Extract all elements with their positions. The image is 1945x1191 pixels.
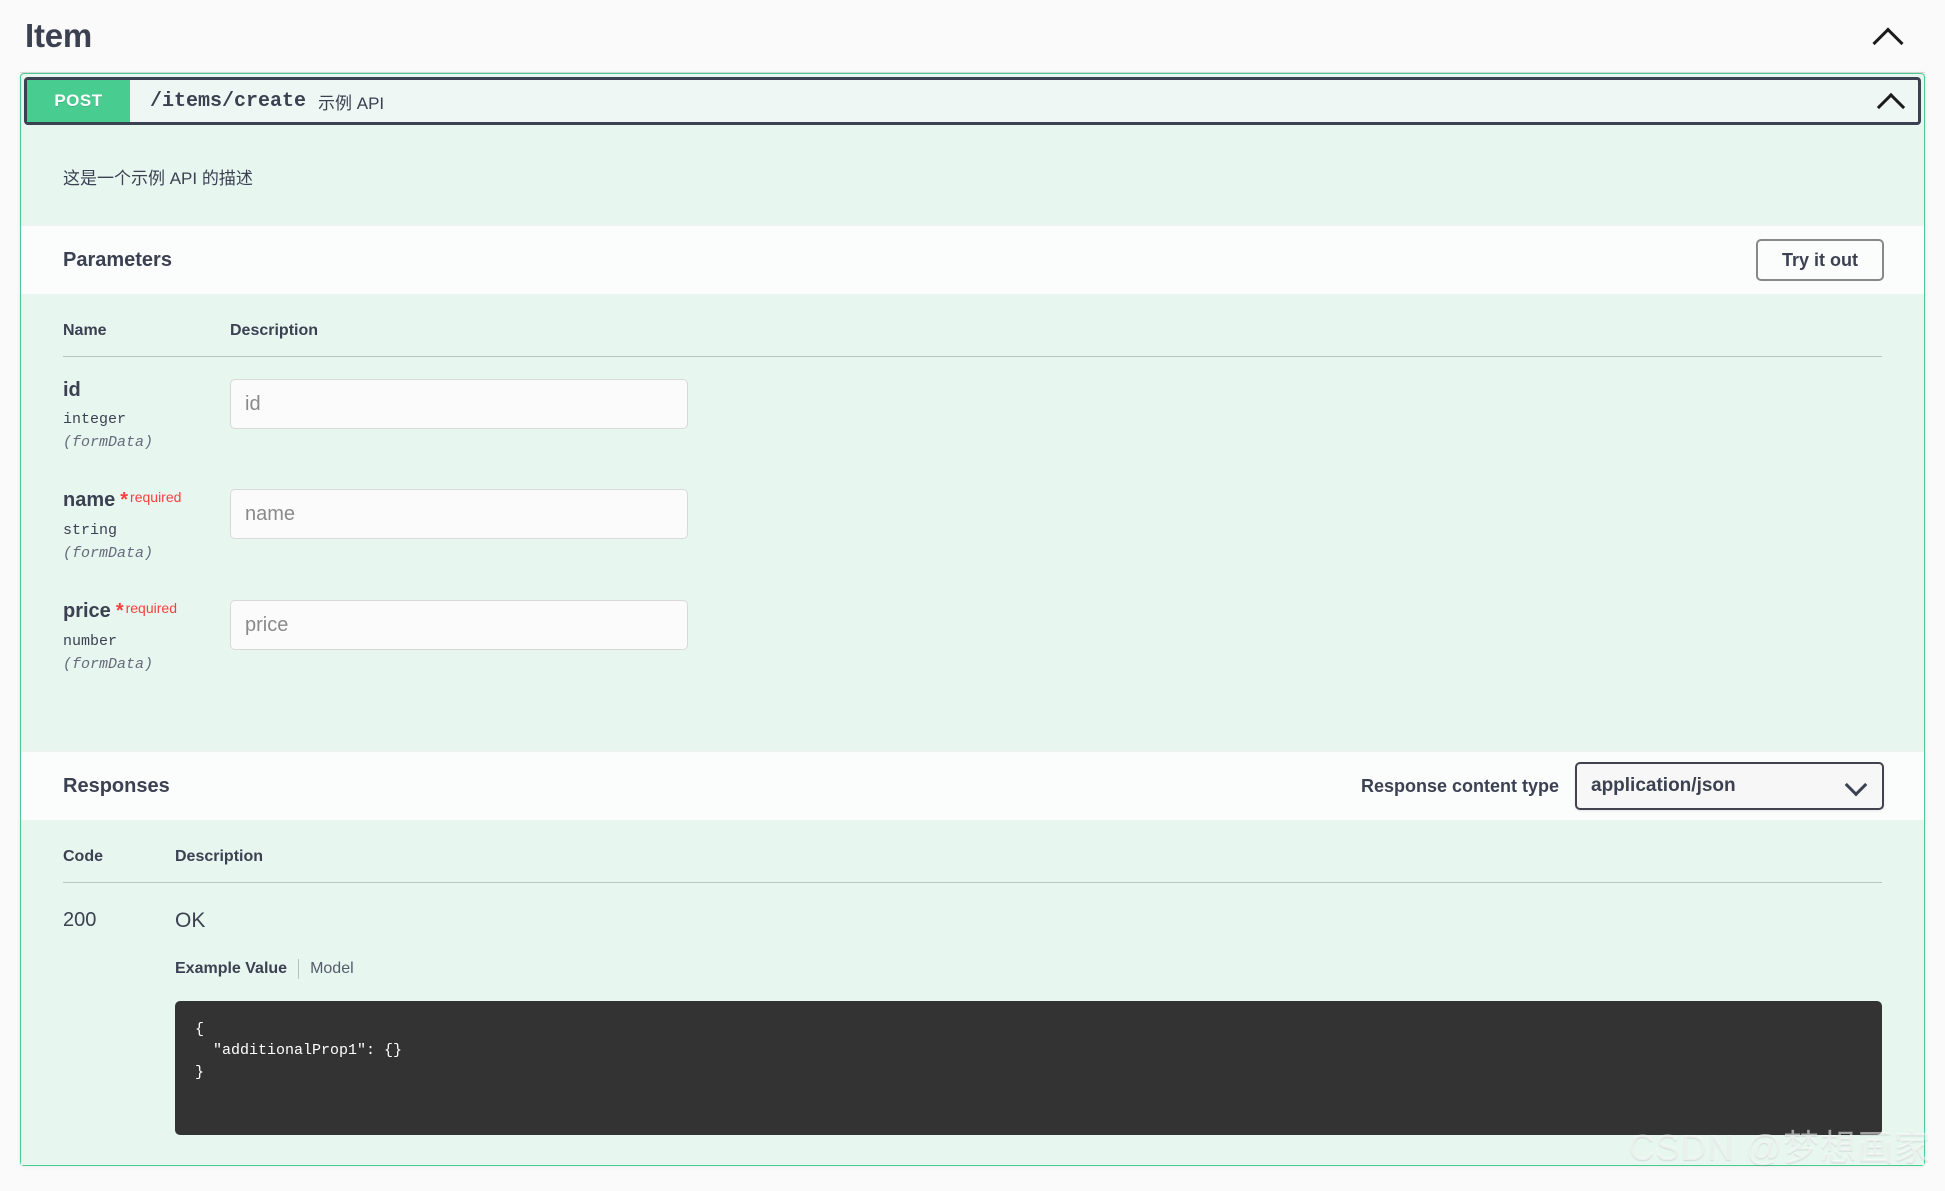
responses-table: Code Description 200 OK Example Value Mo… [63,820,1882,1165]
parameter-location: (formData) [63,545,154,562]
parameter-input-cell [230,357,1882,468]
column-header-description: Description [230,294,1882,357]
tag-section: Item [0,0,1945,73]
parameters-header-bar: Parameters Try it out [21,225,1924,294]
required-asterisk: * [115,600,124,622]
parameters-title: Parameters [63,248,172,271]
parameters-table-wrap: Name Description id integer (formData) i… [21,294,1924,751]
response-content-type-group: Response content type application/json [1361,762,1884,810]
chevron-down-icon [1844,773,1868,797]
table-row: price * required number (formData) [63,578,1882,689]
parameter-name-cell: price * required number (formData) [63,578,230,689]
parameter-input-cell [230,578,1882,689]
responses-header-bar: Responses Response content type applicat… [21,751,1924,820]
parameter-input-name[interactable] [230,489,688,539]
tab-divider [298,959,300,979]
response-code-cell: 200 [63,883,175,1166]
parameters-table-header-row: Name Description [63,294,1882,357]
response-code: 200 [63,909,97,931]
parameter-name: price [63,600,111,622]
parameter-input-cell [230,467,1882,578]
parameter-location: (formData) [63,656,154,673]
responses-title: Responses [63,774,170,797]
required-label: required [125,600,177,616]
http-method-badge: POST [27,80,130,122]
example-model-tabs: Example Value Model [175,959,1882,979]
required-asterisk: * [120,489,129,511]
tab-model[interactable]: Model [310,960,354,978]
tag-header-item[interactable]: Item [20,0,1925,73]
operation-description: 这是一个示例 API 的描述 [21,128,1924,225]
parameter-name: id [63,379,81,401]
opblock-post-items-create: POST /items/create 示例 API 这是一个示例 API 的描述… [20,73,1925,1166]
responses-table-body: 200 OK Example Value Model { "additional… [63,883,1882,1166]
parameters-table-body: id integer (formData) name*required [63,357,1882,690]
parameter-location: (formData) [63,434,154,451]
response-example-json: { "additionalProp1": {} } [195,1021,403,1081]
response-example-code-block[interactable]: { "additionalProp1": {} } [175,1001,1882,1135]
responses-bottom-spacer [175,1135,1882,1165]
page-title: Item [25,17,93,54]
response-content-type-label: Response content type [1360,775,1559,796]
table-row: 200 OK Example Value Model { "additional… [63,883,1882,1166]
chevron-up-icon[interactable] [1876,86,1906,116]
column-header-name: Name [63,294,230,357]
parameters-table: Name Description id integer (formData) i… [63,294,1882,689]
operation-summary: 示例 API [318,93,385,113]
table-row: id integer (formData) [63,357,1882,468]
response-content-type-select[interactable]: application/json [1575,762,1884,810]
parameter-input-price[interactable] [230,600,688,650]
table-row: name * required string (formData) [63,467,1882,578]
response-content-type-value: application/json [1591,775,1736,796]
parameter-name: name [63,489,116,511]
tab-example-value[interactable]: Example Value [175,960,287,978]
parameter-name-cell: id integer (formData) [63,357,230,468]
parameters-bottom-spacer [63,689,1882,751]
responses-table-wrap: Code Description 200 OK Example Value Mo… [21,820,1924,1165]
responses-table-header-row: Code Description [63,820,1882,883]
chevron-up-icon[interactable] [1871,19,1905,53]
parameter-input-id[interactable] [230,379,688,429]
try-it-out-button[interactable]: Try it out [1756,239,1884,281]
response-description: OK [175,909,206,932]
column-header-code: Code [63,820,175,883]
column-header-description: Description [175,820,1882,883]
parameter-type: number [63,633,118,650]
required-label: required [130,489,182,505]
parameter-name-cell: name * required string (formData) [63,467,230,578]
parameter-type: string [63,522,118,539]
parameter-type: integer [63,411,127,428]
opblock-summary[interactable]: POST /items/create 示例 API [24,77,1921,125]
operation-path: /items/create [150,89,307,113]
opblock-collapse-control[interactable] [1876,86,1906,116]
response-description-cell: OK Example Value Model { "additionalProp… [175,883,1882,1166]
